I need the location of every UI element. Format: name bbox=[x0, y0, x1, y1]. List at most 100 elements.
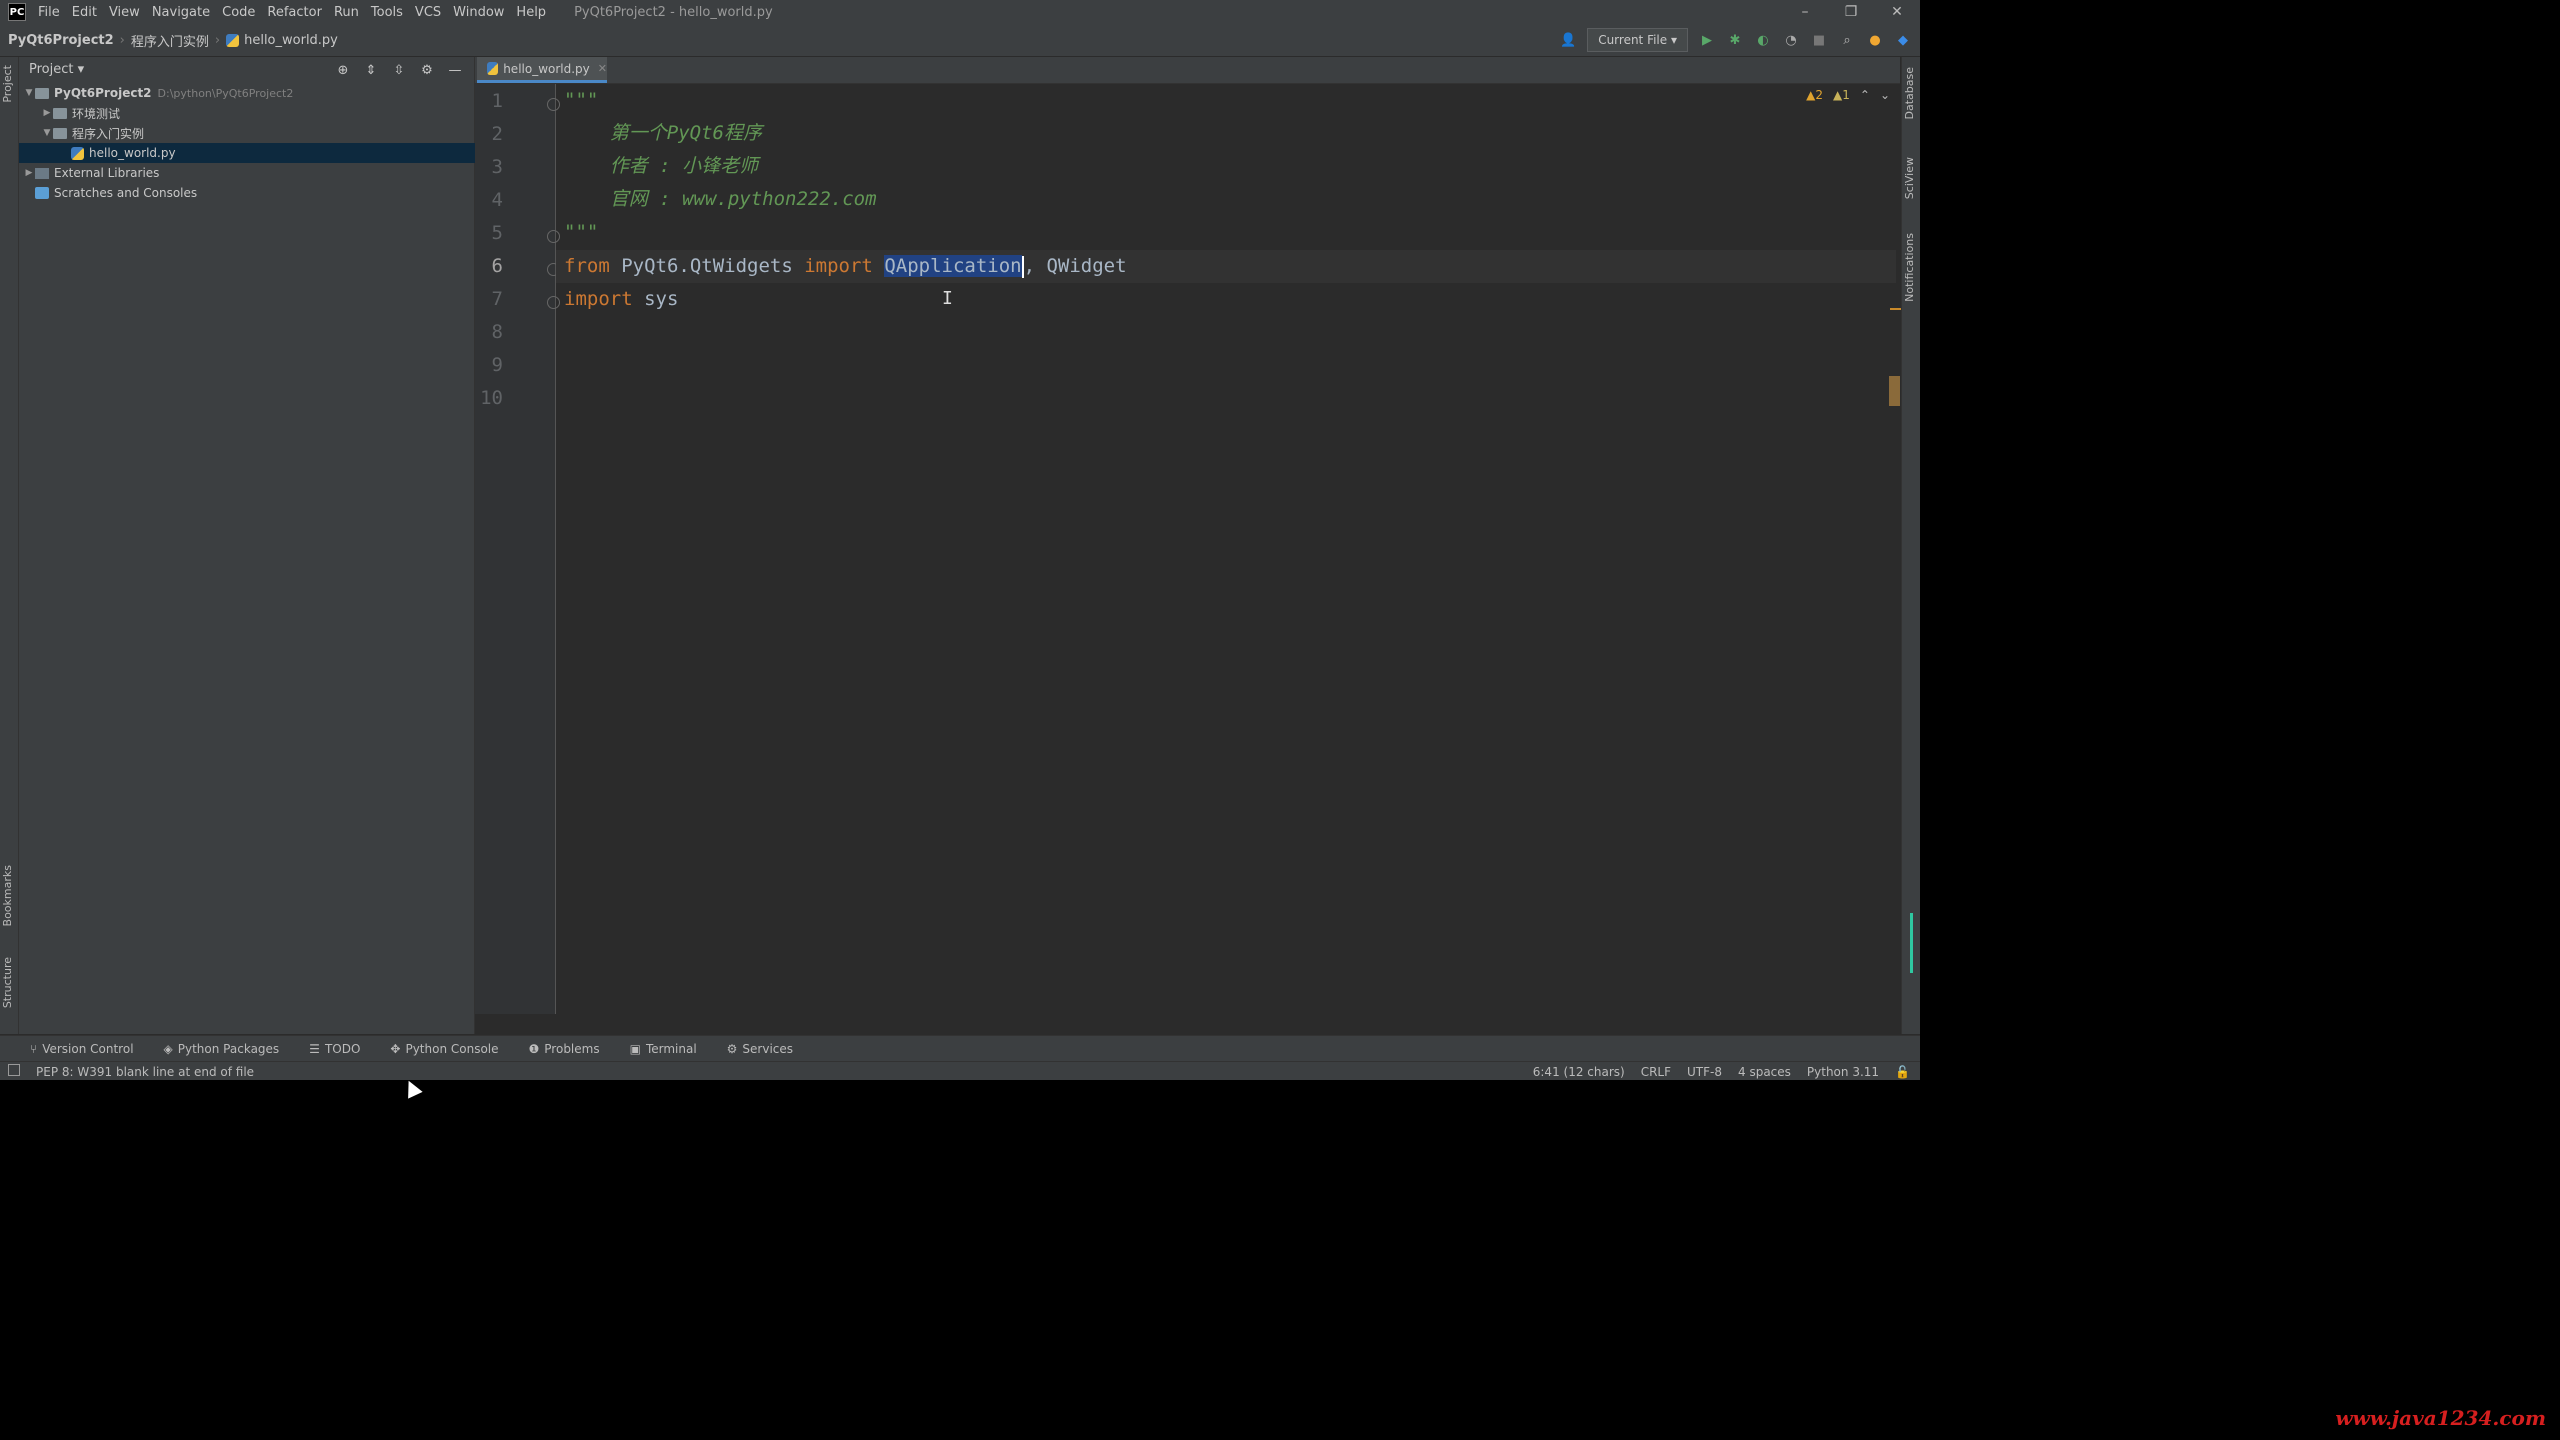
expand-arrow[interactable]: ▼ bbox=[41, 128, 53, 138]
code-line-7: import sys bbox=[564, 283, 678, 316]
gear-icon[interactable]: ⚙ bbox=[418, 61, 436, 79]
warning-count[interactable]: ▲2 bbox=[1806, 88, 1823, 102]
menu-navigate[interactable]: Navigate bbox=[152, 5, 210, 20]
project-panel: Project ▾ ⊕ ⇕ ⇳ ⚙ — ▼ PyQt6Project2 D:\p… bbox=[19, 57, 526, 1034]
tree-item-folder-intro[interactable]: ▼ 程序入门实例 bbox=[19, 123, 496, 143]
expand-all-icon[interactable]: ⇕ bbox=[362, 61, 380, 79]
memory-indicator bbox=[1910, 913, 1913, 973]
tab-python-packages[interactable]: ◈ Python Packages bbox=[164, 1042, 280, 1056]
indent-setting[interactable]: 4 spaces bbox=[1738, 1065, 1791, 1079]
stop-icon[interactable]: ■ bbox=[1810, 31, 1828, 49]
menu-tools[interactable]: Tools bbox=[371, 5, 403, 20]
code-editor[interactable]: """ 第一个PyQt6程序 作者 : 小锋老师 官网 : www.python… bbox=[556, 84, 1896, 1014]
navigation-bar: PyQt6Project2 › 程序入门实例 › hello_world.py … bbox=[0, 24, 1920, 57]
expand-arrow[interactable]: ▼ bbox=[23, 88, 35, 98]
console-icon: ✥ bbox=[390, 1042, 401, 1056]
breadcrumb-separator: › bbox=[119, 32, 125, 48]
locate-icon[interactable]: ⊕ bbox=[334, 61, 352, 79]
jetbrains-icon[interactable]: ◆ bbox=[1894, 31, 1912, 49]
breadcrumb-folder[interactable]: 程序入门实例 bbox=[131, 31, 209, 50]
list-icon: ☰ bbox=[309, 1042, 320, 1056]
line-number: 2 bbox=[491, 123, 503, 145]
close-button[interactable]: ✕ bbox=[1874, 0, 1920, 24]
run-icon[interactable]: ▶ bbox=[1698, 31, 1716, 49]
project-tool-tab[interactable]: Project bbox=[1, 65, 14, 103]
profile-icon[interactable]: ◔ bbox=[1782, 31, 1800, 49]
line-number: 1 bbox=[491, 90, 503, 112]
tree-item-folder-env-test[interactable]: ▶ 环境测试 bbox=[19, 103, 496, 123]
run-configuration-select[interactable]: Current File ▾ bbox=[1587, 28, 1688, 52]
menu-view[interactable]: View bbox=[109, 5, 140, 20]
tab-problems[interactable]: ❶ Problems bbox=[529, 1042, 600, 1056]
menu-window[interactable]: Window bbox=[453, 5, 504, 20]
menu-help[interactable]: Help bbox=[516, 5, 546, 20]
update-icon[interactable]: ● bbox=[1866, 31, 1884, 49]
menu-run[interactable]: Run bbox=[334, 5, 359, 20]
debug-icon[interactable]: ✱ bbox=[1726, 31, 1744, 49]
left-tool-strip: Project Bookmarks Structure bbox=[0, 57, 19, 1034]
import-rest: , QWidget bbox=[1023, 255, 1127, 277]
breadcrumb-file[interactable]: hello_world.py bbox=[244, 33, 338, 48]
user-icon[interactable]: 👤 bbox=[1559, 31, 1577, 49]
inspection-widget[interactable]: ▲2 ▲1 ⌃ ⌄ bbox=[1806, 88, 1890, 102]
project-view-select[interactable]: Project ▾ bbox=[29, 62, 84, 77]
interpreter[interactable]: Python 3.11 bbox=[1807, 1065, 1879, 1079]
project-panel-actions: ⊕ ⇕ ⇳ ⚙ — bbox=[334, 61, 464, 79]
tab-label: Python Console bbox=[405, 1042, 499, 1056]
tree-item-label: 程序入门实例 bbox=[72, 126, 145, 141]
search-icon[interactable]: ⌕ bbox=[1838, 31, 1856, 49]
tab-terminal[interactable]: ▣ Terminal bbox=[630, 1042, 697, 1056]
coverage-icon[interactable]: ◐ bbox=[1754, 31, 1772, 49]
sciview-tool-tab[interactable]: SciView bbox=[1903, 157, 1916, 199]
tab-services[interactable]: ⚙ Services bbox=[727, 1042, 793, 1056]
tree-item-hello-world-file[interactable]: hello_world.py bbox=[19, 143, 526, 163]
editor-scrollbar-thumb[interactable] bbox=[1889, 376, 1900, 406]
close-tab-icon[interactable]: ✕ bbox=[598, 62, 607, 75]
line-separator[interactable]: CRLF bbox=[1641, 1065, 1671, 1079]
expand-arrow[interactable]: ▶ bbox=[23, 168, 35, 178]
collapse-all-icon[interactable]: ⇳ bbox=[390, 61, 408, 79]
chevron-up-icon[interactable]: ⌃ bbox=[1860, 88, 1870, 102]
minimize-button[interactable]: – bbox=[1782, 0, 1828, 24]
import-rest: sys bbox=[632, 288, 679, 310]
bookmarks-tool-tab[interactable]: Bookmarks bbox=[1, 865, 14, 926]
tab-version-control[interactable]: ⑂ Version Control bbox=[30, 1042, 134, 1056]
tab-python-console[interactable]: ✥ Python Console bbox=[390, 1042, 498, 1056]
breadcrumb-project[interactable]: PyQt6Project2 bbox=[8, 33, 114, 48]
tab-label: Services bbox=[742, 1042, 794, 1056]
status-widgets: 6:41 (12 chars) CRLF UTF-8 4 spaces Pyth… bbox=[1533, 1062, 1910, 1080]
lock-icon[interactable]: 🔓 bbox=[1895, 1065, 1910, 1079]
folder-icon bbox=[53, 107, 67, 119]
restore-button[interactable]: ❐ bbox=[1828, 0, 1874, 24]
menu-code[interactable]: Code bbox=[222, 5, 255, 20]
tab-todo[interactable]: ☰ TODO bbox=[309, 1042, 360, 1056]
caret-position[interactable]: 6:41 (12 chars) bbox=[1533, 1065, 1625, 1079]
file-encoding[interactable]: UTF-8 bbox=[1687, 1065, 1722, 1079]
tab-label: TODO bbox=[324, 1042, 361, 1056]
tree-item-scratches[interactable]: Scratches and Consoles bbox=[19, 183, 490, 203]
menu-file[interactable]: File bbox=[38, 5, 60, 20]
layout-icon[interactable] bbox=[8, 1064, 20, 1076]
line-number: 9 bbox=[491, 354, 503, 376]
notifications-tool-tab[interactable]: Notifications bbox=[1903, 233, 1916, 302]
tree-item-external-libraries[interactable]: ▶ External Libraries bbox=[19, 163, 478, 183]
menu-refactor[interactable]: Refactor bbox=[267, 5, 322, 20]
chevron-down-icon[interactable]: ⌄ bbox=[1880, 88, 1890, 102]
tree-item-label: PyQt6Project2 bbox=[54, 86, 152, 100]
window-controls: – ❐ ✕ bbox=[1782, 0, 1920, 24]
expand-arrow[interactable]: ▶ bbox=[41, 108, 53, 118]
code-line-2: 第一个PyQt6程序 bbox=[564, 122, 762, 144]
status-message[interactable]: PEP 8: W391 blank line at end of file bbox=[36, 1065, 254, 1079]
menu-edit[interactable]: Edit bbox=[72, 5, 97, 20]
weak-warning-count[interactable]: ▲1 bbox=[1833, 88, 1850, 102]
hide-icon[interactable]: — bbox=[446, 61, 464, 79]
tab-hello-world[interactable]: hello_world.py ✕ bbox=[477, 57, 607, 83]
menu-vcs[interactable]: VCS bbox=[415, 5, 441, 20]
tree-item-project-root[interactable]: ▼ PyQt6Project2 D:\python\PyQt6Project2 bbox=[19, 83, 478, 103]
line-number: 10 bbox=[480, 387, 503, 409]
structure-tool-tab[interactable]: Structure bbox=[1, 957, 14, 1008]
database-tool-tab[interactable]: Database bbox=[1903, 67, 1916, 120]
python-file-icon bbox=[487, 62, 499, 75]
tab-label: Python Packages bbox=[177, 1042, 280, 1056]
